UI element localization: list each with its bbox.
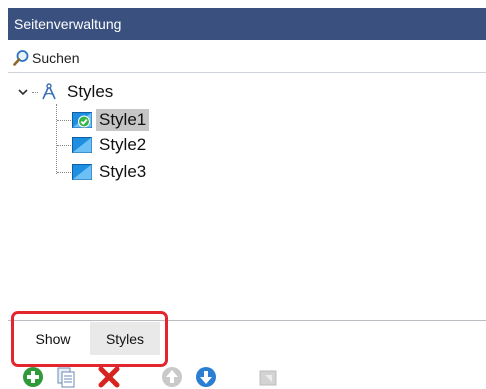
tree-node-label: Styles xyxy=(67,82,114,101)
page-manager-panel: Seitenverwaltung Suchen Styles Style1 St… xyxy=(0,0,486,389)
panel-title: Seitenverwaltung xyxy=(8,8,486,40)
tree-node-style2[interactable]: Style2 xyxy=(72,133,149,157)
search-button[interactable]: Suchen xyxy=(8,44,486,72)
tree-node-label: Style1 xyxy=(96,109,150,131)
tree-node-style1[interactable]: Style1 xyxy=(72,108,150,132)
move-down-icon[interactable] xyxy=(195,366,217,388)
tree-node-style3[interactable]: Style3 xyxy=(72,160,149,184)
tree-line xyxy=(32,92,38,93)
divider xyxy=(8,72,486,73)
tree-node-styles[interactable]: Styles xyxy=(16,80,116,104)
toolbar xyxy=(20,366,486,389)
styles-tree: Styles Style1 Style2 Style3 xyxy=(8,76,486,316)
style-active-icon xyxy=(72,112,92,128)
style-icon xyxy=(72,137,92,153)
tree-line xyxy=(57,145,73,146)
delete-icon[interactable] xyxy=(98,366,120,388)
tree-node-label: Style3 xyxy=(99,162,147,181)
compass-icon xyxy=(42,83,56,100)
chevron-down-icon[interactable] xyxy=(16,85,30,99)
tabs-highlight-frame xyxy=(11,311,168,367)
copy-icon[interactable] xyxy=(55,366,77,388)
add-icon[interactable] xyxy=(22,366,44,388)
tree-line xyxy=(56,104,57,174)
search-label: Suchen xyxy=(32,50,80,66)
tree-node-label: Style2 xyxy=(99,135,147,154)
tree-line xyxy=(57,120,73,121)
export-icon[interactable] xyxy=(257,366,279,388)
search-icon xyxy=(13,50,29,66)
move-up-icon[interactable] xyxy=(161,366,183,388)
tree-line xyxy=(57,172,73,173)
style-icon xyxy=(72,164,92,180)
